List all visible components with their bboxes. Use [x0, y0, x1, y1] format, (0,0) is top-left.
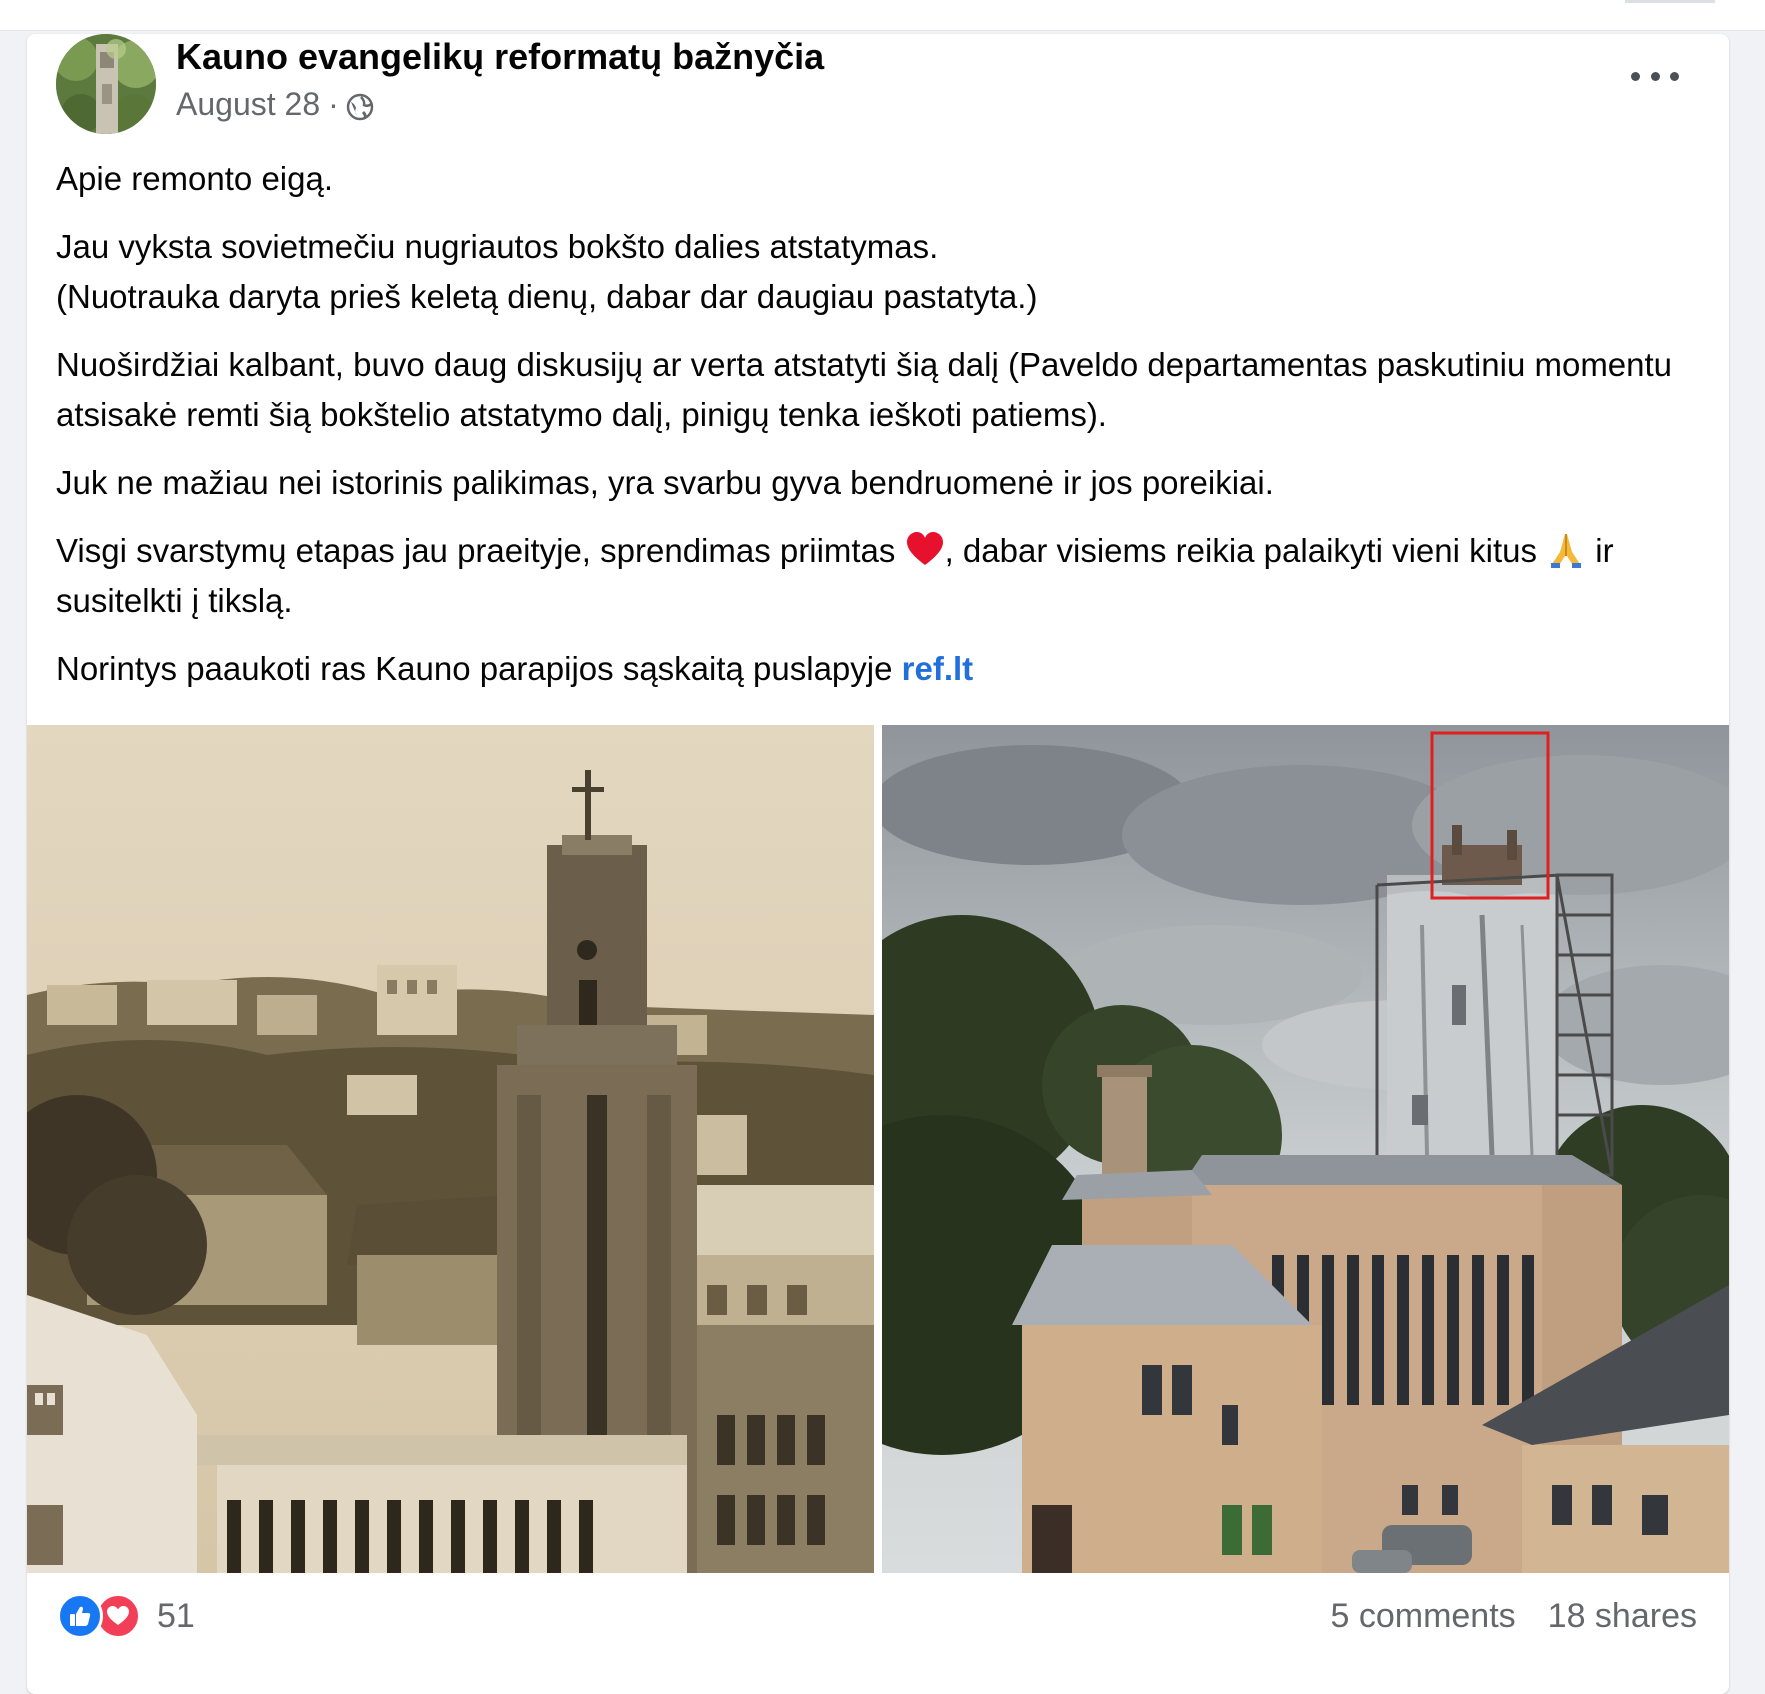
historic-church-photo[interactable]: [27, 725, 874, 1573]
page-avatar[interactable]: [56, 34, 156, 134]
post-meta: August 28 ·: [176, 86, 375, 123]
top-tab-indicator: [1625, 0, 1715, 3]
comments-count[interactable]: 5 comments: [1330, 1597, 1515, 1636]
paragraph-3: Nuoširdžiai kalbant, buvo daug diskusijų…: [56, 346, 1673, 433]
ref-link[interactable]: ref.lt: [902, 650, 974, 687]
shares-count[interactable]: 18 shares: [1548, 1597, 1697, 1636]
paragraph-4: Juk ne mažiau nei istorinis palikimas, y…: [56, 464, 1274, 501]
paragraph-6-text: Norintys paaukoti ras Kauno parapijos są…: [56, 650, 902, 687]
top-bar: [0, 0, 1765, 31]
more-options-icon[interactable]: [1631, 64, 1679, 88]
like-icon: [57, 1593, 103, 1639]
post-date[interactable]: August 28: [176, 86, 320, 123]
post-header: Kauno evangelikų reformatų bažnyčia Augu…: [27, 34, 1729, 144]
reactions-summary[interactable]: 51: [57, 1593, 195, 1639]
post-footer: 51 5 comments 18 shares: [27, 1573, 1729, 1673]
meta-separator: ·: [328, 86, 339, 122]
paragraph-2: Jau vyksta sovietmečiu nugriautos bokšto…: [56, 222, 1706, 322]
page-name[interactable]: Kauno evangelikų reformatų bažnyčia: [176, 36, 824, 78]
paragraph-2-line-1: Jau vyksta sovietmečiu nugriautos bokšto…: [56, 228, 939, 265]
paragraph-5-part-2: , dabar visiems reikia palaikyti vieni k…: [944, 532, 1547, 569]
paragraph-5: Visgi svarstymų etapas jau praeityje, sp…: [56, 526, 1706, 626]
paragraph-1: Apie remonto eigą.: [56, 160, 334, 197]
red-heart-emoji: [905, 530, 945, 570]
engagement-counts: 5 comments 18 shares: [1330, 1597, 1697, 1636]
post-card: Kauno evangelikų reformatų bažnyčia Augu…: [27, 34, 1729, 1694]
post-photos: [27, 725, 1729, 1573]
globe-icon: [345, 92, 375, 122]
paragraph-6: Norintys paaukoti ras Kauno parapijos są…: [56, 644, 1706, 694]
church-renovation-photo[interactable]: [882, 725, 1729, 1573]
paragraph-5-part-1: Visgi svarstymų etapas jau praeityje, sp…: [56, 532, 905, 569]
paragraph-2-line-2: (Nuotrauka daryta prieš keletą dienų, da…: [56, 278, 1038, 315]
folded-hands-emoji: [1546, 530, 1586, 570]
post-body: Apie remonto eigą. Jau vyksta sovietmeči…: [56, 154, 1706, 712]
avatar-image: [56, 34, 156, 134]
reaction-count: 51: [157, 1596, 195, 1635]
